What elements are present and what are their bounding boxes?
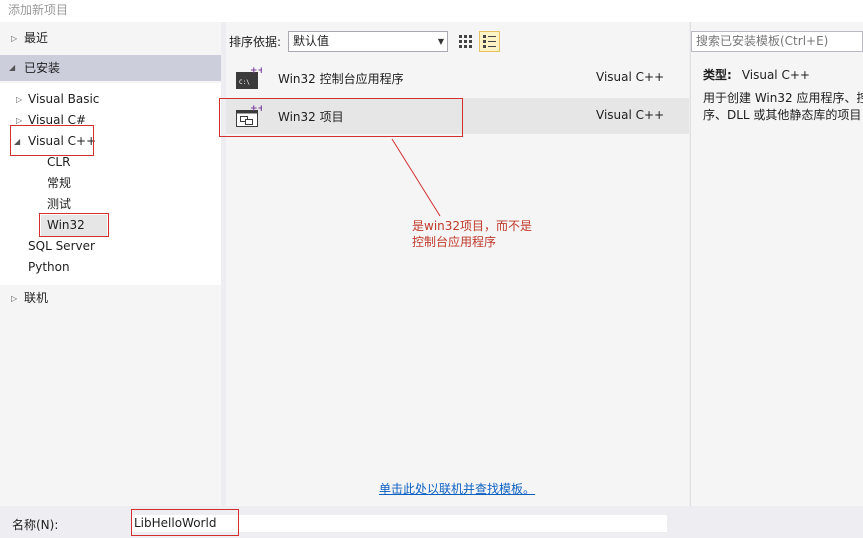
- template-item-console[interactable]: C:\ ++ Win32 控制台应用程序 Visual C++: [226, 60, 689, 96]
- annotation-note: 是win32项目，而不是 控制台应用程序: [412, 219, 533, 249]
- window-title: 添加新项目: [0, 0, 863, 22]
- search-input[interactable]: 搜索已安装模板(Ctrl+E): [691, 31, 863, 52]
- tree-item-test[interactable]: 测试: [0, 194, 221, 215]
- tree-item-general[interactable]: 常规: [0, 173, 221, 194]
- template-tree: ▷ 最近 ◢ 已安装 ▷ Visual Basic ▷ Visual C# ◢ …: [0, 22, 221, 506]
- sort-label: 排序依据:: [229, 35, 282, 49]
- highlight-visual-cpp: [10, 125, 94, 156]
- small-icons-view-button[interactable]: [455, 31, 476, 52]
- template-type: 类型: Visual C++: [703, 68, 810, 82]
- online-templates-link[interactable]: 单击此处以联机并查找模板。: [379, 480, 535, 497]
- tree-item-sql-server[interactable]: SQL Server: [0, 236, 221, 257]
- list-view-button[interactable]: [479, 31, 500, 52]
- grid-view-icon: [459, 35, 472, 48]
- tree-item-installed[interactable]: ◢ 已安装: [0, 55, 221, 81]
- template-language: Visual C++: [596, 70, 665, 84]
- svg-text:C:\: C:\: [239, 79, 250, 86]
- tree-item-visual-basic[interactable]: ▷ Visual Basic: [0, 89, 221, 110]
- template-description: 用于创建 Win32 应用程序、控 序、DLL 或其他静态库的项目: [703, 91, 863, 122]
- list-view-icon: [483, 35, 496, 48]
- expand-arrow-icon[interactable]: ▷: [16, 89, 22, 110]
- chevron-down-icon: ▼: [437, 37, 444, 46]
- template-language: Visual C++: [596, 108, 665, 122]
- tree-item-recent[interactable]: ▷ 最近: [0, 28, 221, 49]
- highlight-name-field: [131, 509, 239, 536]
- highlight-win32: [39, 213, 109, 237]
- template-name: Win32 控制台应用程序: [278, 72, 404, 86]
- expand-arrow-icon[interactable]: ▷: [11, 288, 17, 309]
- tree-item-online[interactable]: ▷ 联机: [0, 288, 221, 309]
- collapse-arrow-icon[interactable]: ◢: [9, 55, 15, 81]
- console-app-icon: C:\ ++: [236, 66, 262, 89]
- svg-text:++: ++: [250, 66, 262, 76]
- sort-select[interactable]: 默认值 ▼: [288, 31, 448, 52]
- highlight-win32-project: [219, 98, 463, 137]
- name-label: 名称(N):: [12, 518, 59, 532]
- expand-arrow-icon[interactable]: ▷: [11, 28, 17, 49]
- tree-item-python[interactable]: Python: [0, 257, 221, 278]
